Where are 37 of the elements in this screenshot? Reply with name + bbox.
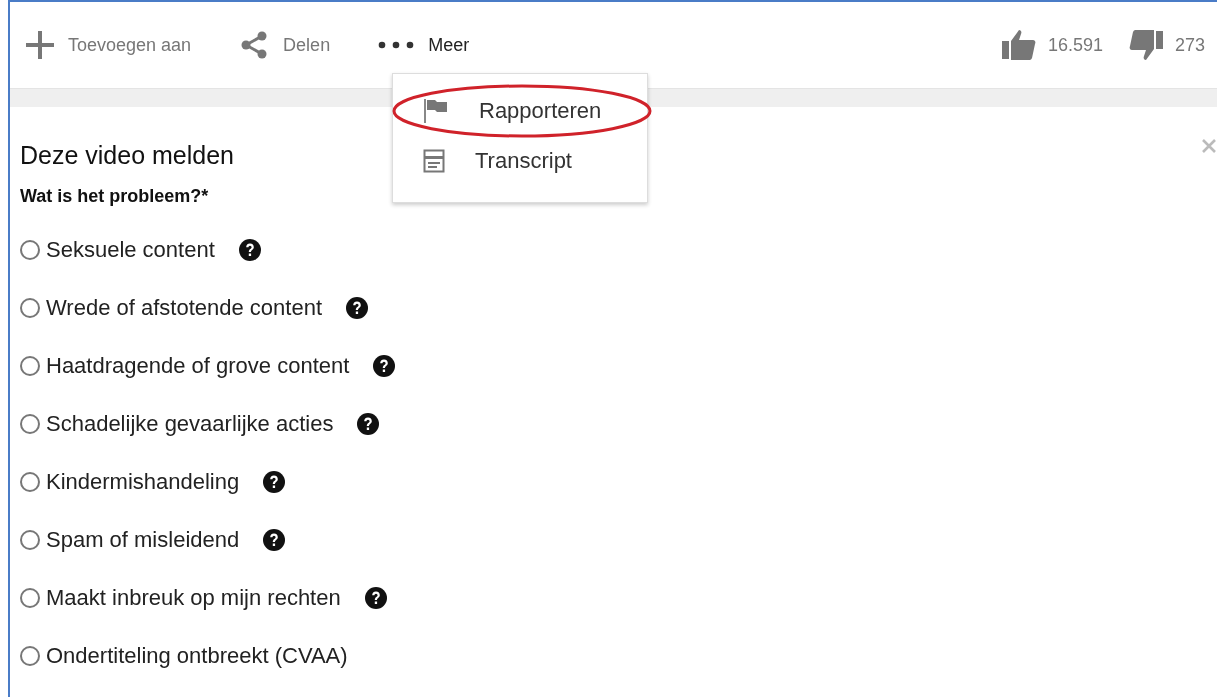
menu-item[interactable]: Transcript bbox=[393, 136, 647, 186]
radio-button[interactable] bbox=[20, 414, 40, 434]
help-icon[interactable] bbox=[238, 239, 261, 261]
option-label: Haatdragende of grove content bbox=[46, 353, 350, 379]
help-icon[interactable] bbox=[357, 413, 380, 435]
more-button[interactable]: Meer bbox=[378, 34, 470, 56]
radio-button[interactable] bbox=[20, 588, 40, 608]
thumbs-down-icon[interactable] bbox=[1128, 29, 1163, 61]
option-label: Schadelijke gevaarlijke acties bbox=[46, 411, 334, 437]
radio-button[interactable] bbox=[20, 530, 40, 550]
like-count: 16.591 bbox=[1047, 34, 1103, 56]
add-button[interactable]: Toevoegen aan bbox=[26, 31, 192, 59]
option-label: Maakt inbreuk op mijn rechten bbox=[46, 585, 341, 611]
thumbs-up-icon[interactable] bbox=[1001, 29, 1036, 61]
radio-button[interactable] bbox=[20, 298, 40, 318]
help-icon[interactable] bbox=[373, 355, 396, 377]
dialog-title: Deze video melden bbox=[20, 141, 234, 170]
radio-button[interactable] bbox=[20, 472, 40, 492]
help-icon[interactable] bbox=[263, 529, 286, 551]
more-dots-icon bbox=[378, 41, 415, 49]
option-label: Ondertiteling ontbreekt (CVAA) bbox=[46, 643, 348, 669]
help-icon[interactable] bbox=[263, 471, 286, 493]
radio-button[interactable] bbox=[20, 240, 40, 260]
plus-icon bbox=[26, 31, 54, 59]
radio-button[interactable] bbox=[20, 356, 40, 376]
document-icon bbox=[423, 149, 445, 173]
radio-button[interactable] bbox=[20, 646, 40, 666]
flag-icon bbox=[423, 99, 449, 123]
share-button[interactable]: Delen bbox=[239, 30, 331, 60]
option-label: Wrede of afstotende content bbox=[46, 295, 322, 321]
option-label: Kindermishandeling bbox=[46, 469, 240, 495]
question-label: Wat is het probleem?* bbox=[20, 186, 210, 207]
help-icon[interactable] bbox=[364, 587, 387, 609]
option-label: Spam of misleidend bbox=[46, 527, 240, 553]
dislike-count: 273 bbox=[1174, 34, 1205, 56]
option-label: Seksuele content bbox=[46, 237, 215, 263]
help-icon[interactable] bbox=[346, 297, 368, 319]
